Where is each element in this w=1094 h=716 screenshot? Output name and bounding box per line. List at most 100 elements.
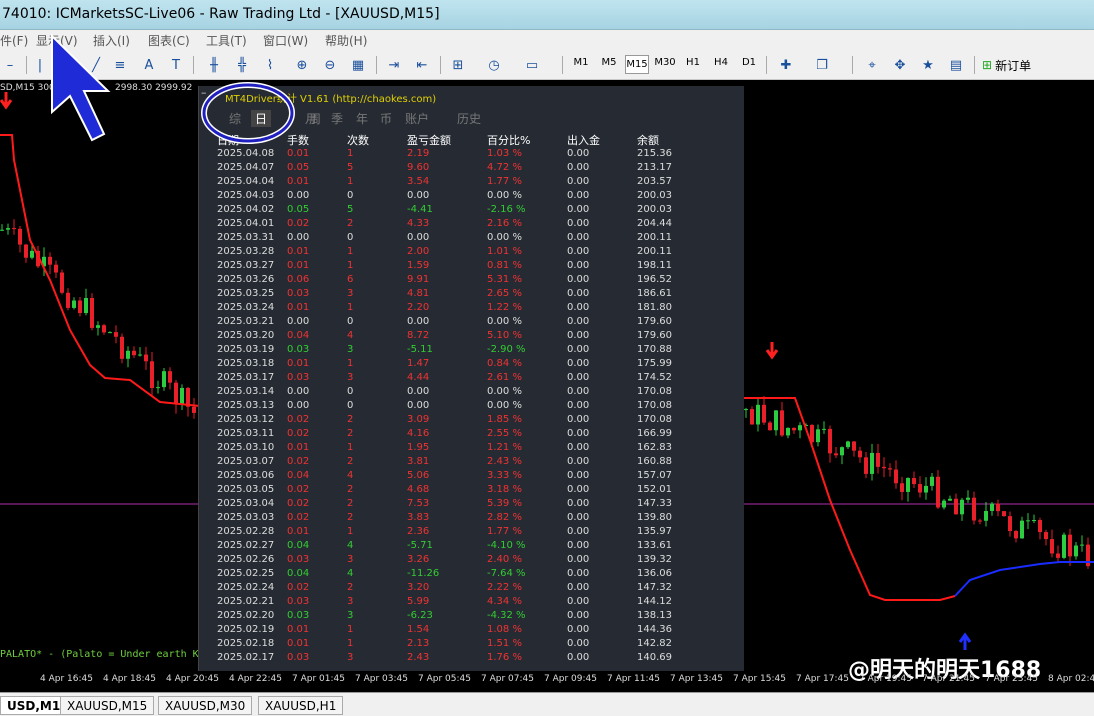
terminal-icon[interactable]: ▤ — [946, 55, 966, 75]
timeframe-h4[interactable]: H4 — [709, 57, 733, 68]
cell-percent: 4.72 % — [487, 162, 522, 173]
tab-currency[interactable]: 币 — [380, 110, 392, 127]
cell-count: 2 — [347, 456, 354, 467]
toolbar-separator — [974, 56, 975, 74]
cell-pnl: 2.36 — [407, 526, 430, 537]
minus-icon[interactable]: – — [0, 55, 20, 75]
profiles-icon[interactable]: ❐ — [812, 55, 832, 75]
menu-insert[interactable]: 插入(I) — [93, 32, 130, 49]
candle-body — [960, 499, 964, 515]
cell-date: 2025.03.24 — [217, 302, 275, 313]
cell-balance: 204.44 — [637, 218, 672, 229]
templates-icon[interactable]: ▭ — [522, 55, 542, 75]
fibonacci-icon[interactable]: ≡ — [110, 55, 130, 75]
text-label-icon[interactable]: T — [166, 55, 186, 75]
new-chart-icon[interactable]: ✚ — [776, 55, 796, 75]
candle-body — [90, 297, 94, 328]
candle-body — [864, 457, 868, 474]
cell-percent: 0.84 % — [487, 358, 522, 369]
candle-body — [1056, 553, 1060, 558]
tab-daily[interactable]: 日 — [251, 110, 272, 127]
candle-body — [774, 410, 778, 431]
market-watch-icon[interactable]: ⌖ — [862, 55, 882, 75]
candle-body — [1050, 539, 1054, 554]
tile-windows-icon[interactable]: ▦ — [348, 55, 368, 75]
timeframe-m5[interactable]: M5 — [597, 57, 621, 68]
table-row: 2025.02.26 0.03 3 3.26 2.40 % 0.00 139.32 — [217, 553, 737, 567]
cell-pnl: 1.47 — [407, 358, 430, 369]
cell-lots: 0.01 — [287, 638, 310, 649]
cell-date: 2025.04.02 — [217, 204, 275, 215]
tab-yearly[interactable]: 年 — [356, 110, 368, 127]
line-chart-icon[interactable]: ⌇ — [260, 55, 280, 75]
time-label: 7 Apr 13:45 — [670, 674, 723, 684]
cell-lots: 0.02 — [287, 582, 310, 593]
cell-count: 2 — [347, 414, 354, 425]
vertical-line-icon[interactable]: | — [30, 55, 50, 75]
cell-deposit: 0.00 — [567, 386, 590, 397]
tab-summary[interactable]: 综 — [229, 110, 241, 127]
tab-history[interactable]: 历史 — [457, 110, 481, 127]
table-row: 2025.02.20 0.03 3 -6.23 -4.32 % 0.00 138.13 — [217, 609, 737, 623]
window-title: 74010: ICMarketsSC-Live06 - Raw Trading … — [2, 6, 440, 22]
cell-date: 2025.03.17 — [217, 372, 275, 383]
candle-body — [852, 441, 856, 451]
time-label: 7 Apr 07:45 — [481, 674, 534, 684]
table-row: 2025.03.24 0.01 1 2.20 1.22 % 0.00 181.80 — [217, 301, 737, 315]
tab-account[interactable]: 账户 — [405, 110, 429, 127]
table-row: 2025.02.24 0.02 2 3.20 2.22 % 0.00 147.32 — [217, 581, 737, 595]
new-order-button[interactable]: ⊞ 新订单 — [982, 55, 1031, 75]
cell-deposit: 0.00 — [567, 204, 590, 215]
chart-tab[interactable]: XAUUSD,M15 — [60, 696, 155, 715]
cell-count: 2 — [347, 218, 354, 229]
cell-percent: -7.64 % — [487, 568, 526, 579]
candle-body — [966, 497, 970, 500]
menu-charts[interactable]: 图表(C) — [148, 32, 190, 49]
candle-body — [114, 332, 118, 337]
panel-collapse-icon[interactable]: – — [201, 86, 207, 99]
zoom-out-icon[interactable]: ⊖ — [320, 55, 340, 75]
toolbar-separator — [766, 56, 767, 74]
cell-lots: 0.04 — [287, 568, 310, 579]
chart-shift-icon[interactable]: ⇤ — [412, 55, 432, 75]
favorites-star-icon[interactable]: ★ — [918, 55, 938, 75]
cell-lots: 0.03 — [287, 554, 310, 565]
menu-window[interactable]: 窗口(W) — [263, 32, 308, 49]
table-row: 2025.03.26 0.06 6 9.91 5.31 % 0.00 196.52 — [217, 273, 737, 287]
cell-deposit: 0.00 — [567, 596, 590, 607]
tab-quarterly[interactable]: 季 — [331, 110, 343, 127]
candle-body — [978, 520, 982, 522]
bar-chart-icon[interactable]: ╫ — [204, 55, 224, 75]
cell-pnl: 1.95 — [407, 442, 430, 453]
menu-view[interactable]: 显示(V) — [36, 32, 78, 49]
table-row: 2025.02.18 0.01 1 2.13 1.51 % 0.00 142.82 — [217, 637, 737, 651]
cell-balance: 140.69 — [637, 652, 672, 663]
cell-date: 2025.02.19 — [217, 624, 275, 635]
timeframe-m15[interactable]: M15 — [625, 55, 649, 74]
menu-file[interactable]: 件(F) — [0, 32, 28, 49]
cell-date: 2025.04.01 — [217, 218, 275, 229]
zoom-in-icon[interactable]: ⊕ — [292, 55, 312, 75]
table-row: 2025.03.10 0.01 1 1.95 1.21 % 0.00 162.83 — [217, 441, 737, 455]
chart-tab[interactable]: XAUUSD,H1 — [258, 696, 344, 715]
tab-monthly[interactable]: 月 — [305, 110, 317, 127]
timeframe-d1[interactable]: D1 — [737, 57, 761, 68]
text-icon[interactable]: A — [139, 55, 159, 75]
timeframe-m30[interactable]: M30 — [653, 57, 677, 68]
navigator-icon[interactable]: ✥ — [890, 55, 910, 75]
cell-deposit: 0.00 — [567, 568, 590, 579]
toolbar-separator — [193, 56, 194, 74]
timeframe-h1[interactable]: H1 — [681, 57, 705, 68]
chart-tab[interactable]: XAUUSD,M30 — [158, 696, 253, 715]
timeframe-m1[interactable]: M1 — [569, 57, 593, 68]
table-row: 2025.03.03 0.02 2 3.83 2.82 % 0.00 139.80 — [217, 511, 737, 525]
cell-deposit: 0.00 — [567, 358, 590, 369]
auto-scroll-icon[interactable]: ⇥ — [384, 55, 404, 75]
trendline-icon[interactable]: ╱ — [86, 55, 106, 75]
candlestick-icon[interactable]: ╬ — [232, 55, 252, 75]
new-order-label: 新订单 — [995, 58, 1032, 73]
menu-help[interactable]: 帮助(H) — [325, 32, 367, 49]
menu-tools[interactable]: 工具(T) — [206, 32, 247, 49]
periods-clock-icon[interactable]: ◷ — [484, 55, 504, 75]
indicators-icon[interactable]: ⊞ — [448, 55, 468, 75]
